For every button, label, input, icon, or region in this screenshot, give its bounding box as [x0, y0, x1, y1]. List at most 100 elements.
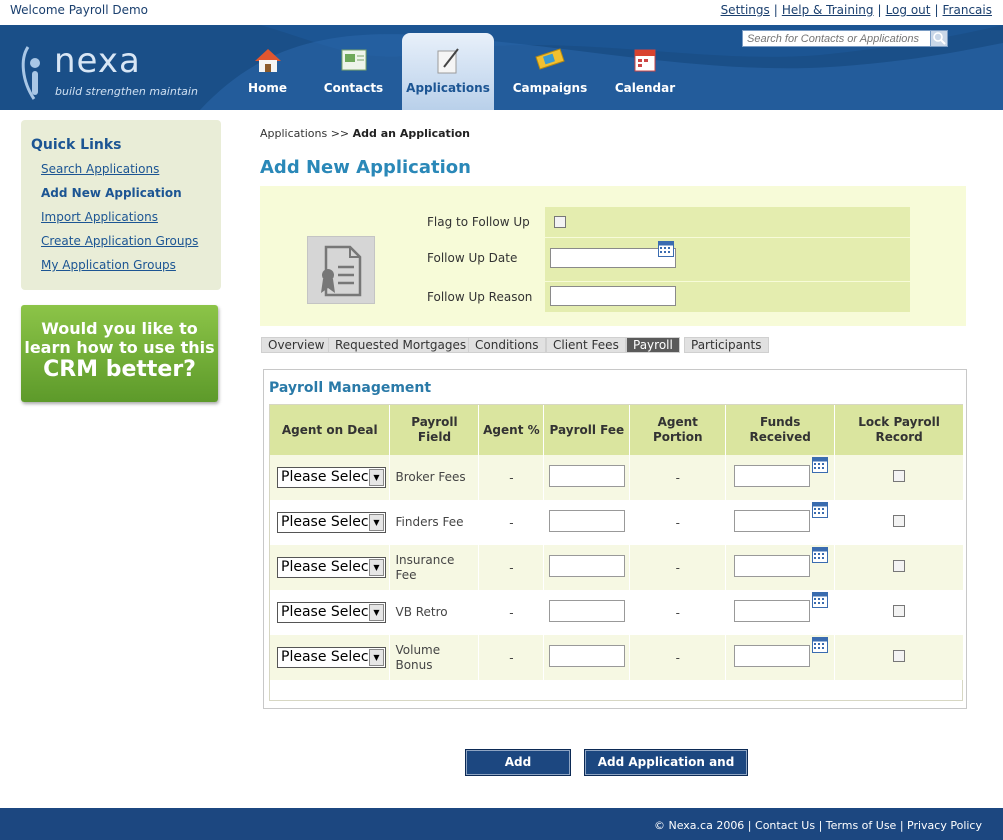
col-lock-payroll-record: Lock Payroll Record: [834, 405, 964, 455]
agent-pct-cell: -: [478, 635, 545, 680]
footer-text[interactable]: © Nexa.ca 2006 | Contact Us | Terms of U…: [654, 819, 982, 832]
top-links: Settings | Help & Training | Log out | Francai…: [720, 3, 992, 17]
funds-received-input[interactable]: [734, 645, 811, 667]
francais-link[interactable]: Francais: [943, 3, 992, 17]
agent-select[interactable]: Please Select ▼: [277, 467, 386, 488]
add-application-and-close-button[interactable]: Add Application and Close: [584, 749, 748, 794]
quick-link-item: Add New Application: [41, 186, 198, 210]
payroll-fee-input[interactable]: [548, 555, 625, 577]
tab-client-fees[interactable]: Client Fees: [546, 337, 626, 353]
agent-pct-cell: -: [478, 590, 545, 635]
lock-payroll-checkbox[interactable]: [893, 515, 906, 527]
col-funds-received: Funds Received: [725, 405, 836, 455]
header: nexa build strengthen maintain Home Cont…: [0, 25, 1003, 110]
funds-received-input[interactable]: [734, 465, 811, 487]
funds-received-input[interactable]: [734, 555, 811, 577]
logo-tagline: build strengthen maintain: [55, 85, 198, 98]
lock-payroll-checkbox[interactable]: [893, 605, 906, 617]
settings-link[interactable]: Settings: [721, 3, 770, 17]
table-row: Please Select ▼ Insurance Fee - -: [270, 545, 964, 590]
agent-select[interactable]: Please Select ▼: [277, 512, 386, 533]
help-training-link[interactable]: Help & Training: [782, 3, 874, 17]
logout-link[interactable]: Log out: [886, 3, 931, 17]
breadcrumb-current: Add an Application: [352, 127, 470, 140]
col-agent-portion: Agent Portion: [629, 405, 727, 455]
agent-select[interactable]: Please Select ▼: [277, 647, 386, 668]
top-bar: Welcome Payroll Demo Settings | Help & Tra…: [0, 0, 1003, 25]
promo-line-2: learn how to use this: [24, 338, 215, 357]
nav-applications[interactable]: Applications: [402, 33, 494, 110]
page-title: Add New Application: [260, 157, 471, 178]
add-application-button[interactable]: Add Application: [465, 749, 571, 794]
table-header-row: Agent on Deal Payroll Field Agent % Payr…: [270, 405, 964, 455]
chevron-down-icon: ▼: [369, 604, 384, 621]
calendar-icon[interactable]: [812, 502, 829, 518]
quick-link-item: My Application Groups: [41, 258, 198, 282]
funds-received-input[interactable]: [734, 600, 811, 622]
payroll-fee-input[interactable]: [548, 645, 625, 667]
tab-payroll[interactable]: Payroll: [626, 337, 680, 353]
flag-label: Flag to Follow Up: [427, 215, 530, 229]
calendar-icon[interactable]: [658, 241, 674, 257]
nav-calendar[interactable]: Calendar: [606, 33, 684, 110]
agent-portion-cell: -: [629, 545, 727, 590]
my-application-groups-link[interactable]: My Application Groups: [41, 258, 176, 272]
chevron-down-icon: ▼: [369, 514, 384, 531]
payroll-fee-input[interactable]: [548, 600, 625, 622]
calendar-icon[interactable]: [812, 592, 829, 608]
logo-mark-icon: [21, 46, 40, 100]
agent-pct-cell: -: [478, 545, 545, 590]
breadcrumb: Applications >> Add an Application: [260, 127, 470, 140]
promo-line-3: CRM better?: [43, 357, 196, 382]
lock-payroll-checkbox[interactable]: [893, 560, 906, 572]
follow-up-reason-input[interactable]: [550, 286, 676, 306]
promo-line-1: Would you like to: [41, 319, 198, 338]
pen-document-icon: [437, 48, 459, 74]
agent-portion-cell: -: [629, 500, 727, 545]
agent-select[interactable]: Please Select ▼: [277, 557, 386, 578]
tab-requested-mortgages[interactable]: Requested Mortgages: [328, 337, 474, 353]
payroll-fee-input[interactable]: [548, 510, 625, 532]
quick-link-item: Create Application Groups: [41, 234, 198, 258]
flag-follow-up-checkbox[interactable]: [554, 216, 566, 228]
logo-wordmark: nexa: [54, 41, 141, 81]
table-row: Please Select ▼ VB Retro - -: [270, 590, 964, 635]
nav-contacts[interactable]: Contacts: [316, 33, 391, 110]
tab-overview[interactable]: Overview: [261, 337, 332, 353]
funds-received-input[interactable]: [734, 510, 811, 532]
calendar-icon: [634, 49, 656, 72]
crm-training-promo[interactable]: Would you like to learn how to use this …: [21, 305, 218, 402]
import-applications-link[interactable]: Import Applications: [41, 210, 158, 224]
lock-payroll-checkbox[interactable]: [893, 470, 906, 482]
payroll-field-cell: Insurance Fee: [389, 545, 480, 590]
campaign-icon: [535, 48, 565, 70]
nexa-logo[interactable]: nexa build strengthen maintain: [18, 37, 198, 107]
chevron-down-icon: ▼: [369, 469, 384, 486]
payroll-fee-input[interactable]: [548, 465, 625, 487]
lock-payroll-checkbox[interactable]: [893, 650, 906, 662]
search-icon: [933, 32, 946, 45]
quick-link-item: Import Applications: [41, 210, 198, 234]
house-icon: [254, 49, 281, 72]
nav-home[interactable]: Home: [230, 33, 305, 110]
search-applications-link[interactable]: Search Applications: [41, 162, 159, 176]
tab-participants[interactable]: Participants: [684, 337, 769, 353]
calendar-icon[interactable]: [812, 637, 829, 653]
col-payroll-field: Payroll Field: [389, 405, 480, 455]
payroll-table: Agent on Deal Payroll Field Agent % Payr…: [269, 404, 964, 701]
tab-conditions[interactable]: Conditions: [468, 337, 546, 353]
search-input[interactable]: [742, 30, 932, 47]
agent-portion-cell: -: [629, 455, 727, 500]
search-button[interactable]: [930, 30, 948, 47]
calendar-icon[interactable]: [812, 457, 829, 473]
nav-campaigns[interactable]: Campaigns: [510, 33, 590, 110]
agent-portion-cell: -: [629, 635, 727, 680]
payroll-field-cell: Broker Fees: [389, 455, 480, 500]
calendar-icon[interactable]: [812, 547, 829, 563]
breadcrumb-root[interactable]: Applications: [260, 127, 327, 140]
welcome-text: Welcome Payroll Demo: [10, 3, 149, 17]
add-new-application-link[interactable]: Add New Application: [41, 186, 182, 200]
create-application-groups-link[interactable]: Create Application Groups: [41, 234, 198, 248]
agent-select[interactable]: Please Select ▼: [277, 602, 386, 623]
chevron-down-icon: ▼: [369, 649, 384, 666]
